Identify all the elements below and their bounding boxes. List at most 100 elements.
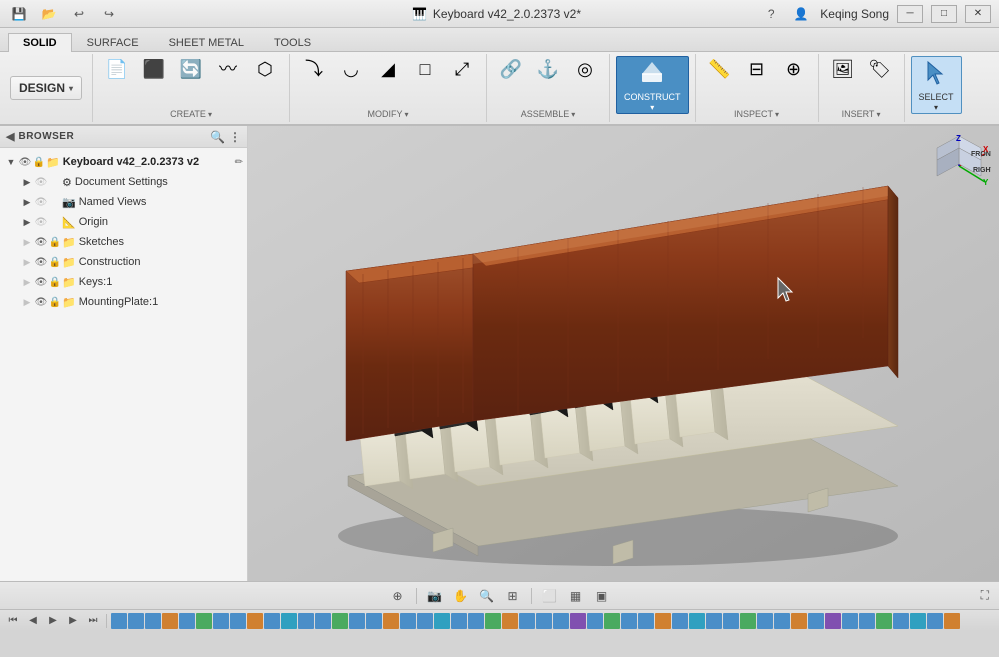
- measure-btn[interactable]: 📏: [702, 56, 738, 82]
- tl-icon-50[interactable]: [944, 613, 960, 629]
- view-home-btn[interactable]: ⊕: [387, 586, 409, 606]
- tl-icon-41[interactable]: [791, 613, 807, 629]
- minimize-button[interactable]: ─: [897, 5, 923, 23]
- tl-icon-32[interactable]: [638, 613, 654, 629]
- keys-lock-icon[interactable]: 🔒: [48, 277, 62, 288]
- loft-btn[interactable]: ⬡: [247, 56, 283, 83]
- tl-icon-30[interactable]: [604, 613, 620, 629]
- tl-icon-16[interactable]: [366, 613, 382, 629]
- sketches-expander[interactable]: ▶: [20, 237, 34, 248]
- joint-btn[interactable]: 🔗: [493, 56, 529, 82]
- contact-btn[interactable]: ◎: [567, 56, 603, 82]
- tl-icon-13[interactable]: [315, 613, 331, 629]
- tl-icon-47[interactable]: [893, 613, 909, 629]
- zoom-fit-btn[interactable]: ⊞: [502, 586, 524, 606]
- tl-icon-39[interactable]: [757, 613, 773, 629]
- design-button[interactable]: DESIGN ▾: [10, 76, 82, 100]
- tl-icon-25[interactable]: [519, 613, 535, 629]
- tl-icon-44[interactable]: [842, 613, 858, 629]
- tl-icon-36[interactable]: [706, 613, 722, 629]
- tl-icon-34[interactable]: [672, 613, 688, 629]
- tl-icon-23[interactable]: [485, 613, 501, 629]
- account-btn[interactable]: 👤: [790, 4, 812, 24]
- interference-btn[interactable]: ⊕: [776, 56, 812, 82]
- tree-root-item[interactable]: ▼ 👁 🔒 📁 Keyboard v42_2.0.2373 v2 ✏: [0, 152, 247, 172]
- tl-icon-35[interactable]: [689, 613, 705, 629]
- redo-btn[interactable]: ↪: [98, 4, 120, 24]
- tl-icon-21[interactable]: [451, 613, 467, 629]
- tl-icon-43[interactable]: [825, 613, 841, 629]
- root-expander-icon[interactable]: ▼: [4, 157, 18, 167]
- tab-sheet-metal[interactable]: SHEET METAL: [154, 33, 259, 52]
- tl-icon-17[interactable]: [383, 613, 399, 629]
- revolve-btn[interactable]: 🔄: [173, 56, 209, 83]
- view-cube[interactable]: FRONT RIGHT X Y Z: [927, 134, 991, 198]
- tl-icon-26[interactable]: [536, 613, 552, 629]
- tree-item-named-views[interactable]: ▶ 👁 📷 Named Views: [0, 192, 247, 212]
- keys-expander[interactable]: ▶: [20, 277, 34, 288]
- tl-icon-19[interactable]: [417, 613, 433, 629]
- timeline-start-btn[interactable]: ⏮: [4, 613, 22, 629]
- tl-icon-8[interactable]: [230, 613, 246, 629]
- timeline-next-btn[interactable]: ▶: [64, 613, 82, 629]
- section-btn[interactable]: ⊟: [739, 56, 775, 82]
- tl-icon-3[interactable]: [145, 613, 161, 629]
- tl-icon-20[interactable]: [434, 613, 450, 629]
- keys-visibility-icon[interactable]: 👁: [34, 277, 48, 288]
- tl-icon-46[interactable]: [876, 613, 892, 629]
- timeline-end-btn[interactable]: ⏭: [84, 613, 102, 629]
- browser-menu-icon[interactable]: ⋮: [229, 130, 241, 144]
- tl-icon-33[interactable]: [655, 613, 671, 629]
- construct-button[interactable]: CONSTRUCT ▾: [616, 56, 689, 114]
- root-lock-icon[interactable]: 🔒: [32, 157, 46, 168]
- tl-icon-29[interactable]: [587, 613, 603, 629]
- zoom-btn[interactable]: 🔍: [476, 586, 498, 606]
- fillet-btn[interactable]: ◡: [333, 56, 369, 82]
- undo-btn[interactable]: ↩: [68, 4, 90, 24]
- browser-collapse-icon[interactable]: ◀: [6, 130, 14, 143]
- tl-icon-38[interactable]: [740, 613, 756, 629]
- chamfer-btn[interactable]: ◢: [370, 56, 406, 82]
- tl-icon-49[interactable]: [927, 613, 943, 629]
- bottom-right-icon[interactable]: ⛶: [981, 588, 989, 603]
- timeline-prev-btn[interactable]: ◀: [24, 613, 42, 629]
- tree-item-origin[interactable]: ▶ 👁 📐 Origin: [0, 212, 247, 232]
- pan-btn[interactable]: ✋: [450, 586, 472, 606]
- named-views-expander[interactable]: ▶: [20, 197, 34, 208]
- close-button[interactable]: ✕: [965, 5, 991, 23]
- tree-item-mounting-plate[interactable]: ▶ 👁 🔒 📁 MountingPlate:1: [0, 292, 247, 312]
- insert-derive-btn[interactable]: 🖼: [825, 56, 861, 82]
- origin-visibility-icon[interactable]: 👁: [34, 217, 48, 228]
- extrude-btn[interactable]: ⬛: [136, 56, 172, 83]
- tl-icon-48[interactable]: [910, 613, 926, 629]
- root-visibility-icon[interactable]: 👁: [18, 157, 32, 168]
- tl-icon-9[interactable]: [247, 613, 263, 629]
- scale-btn[interactable]: ⤢: [444, 56, 480, 82]
- mounting-visibility-icon[interactable]: 👁: [34, 297, 48, 308]
- sweep-btn[interactable]: 〰: [210, 56, 246, 83]
- mounting-lock-icon[interactable]: 🔒: [48, 297, 62, 308]
- select-button[interactable]: SELECT ▾: [911, 56, 962, 114]
- section-view-btn[interactable]: ▣: [591, 586, 613, 606]
- tl-icon-2[interactable]: [128, 613, 144, 629]
- tl-icon-12[interactable]: [298, 613, 314, 629]
- origin-expander[interactable]: ▶: [20, 217, 34, 228]
- tl-icon-37[interactable]: [723, 613, 739, 629]
- tl-icon-11[interactable]: [281, 613, 297, 629]
- tl-icon-6[interactable]: [196, 613, 212, 629]
- new-component-btn[interactable]: 📄: [99, 56, 135, 83]
- tl-icon-40[interactable]: [774, 613, 790, 629]
- sketches-lock-icon[interactable]: 🔒: [48, 237, 62, 248]
- timeline-play-btn[interactable]: ▶: [44, 613, 62, 629]
- doc-settings-visibility-icon[interactable]: 👁: [34, 177, 48, 188]
- tl-icon-31[interactable]: [621, 613, 637, 629]
- display-mode-btn[interactable]: ⬜: [539, 586, 561, 606]
- tl-icon-28[interactable]: [570, 613, 586, 629]
- press-pull-btn[interactable]: ⤵: [296, 56, 332, 82]
- tree-item-sketches[interactable]: ▶ 👁 🔒 📁 Sketches: [0, 232, 247, 252]
- quick-save-btn[interactable]: 💾: [8, 4, 30, 24]
- tl-icon-22[interactable]: [468, 613, 484, 629]
- viewport[interactable]: FRONT RIGHT X Y Z: [248, 126, 999, 581]
- quick-open-btn[interactable]: 📂: [38, 4, 60, 24]
- grid-btn[interactable]: ▦: [565, 586, 587, 606]
